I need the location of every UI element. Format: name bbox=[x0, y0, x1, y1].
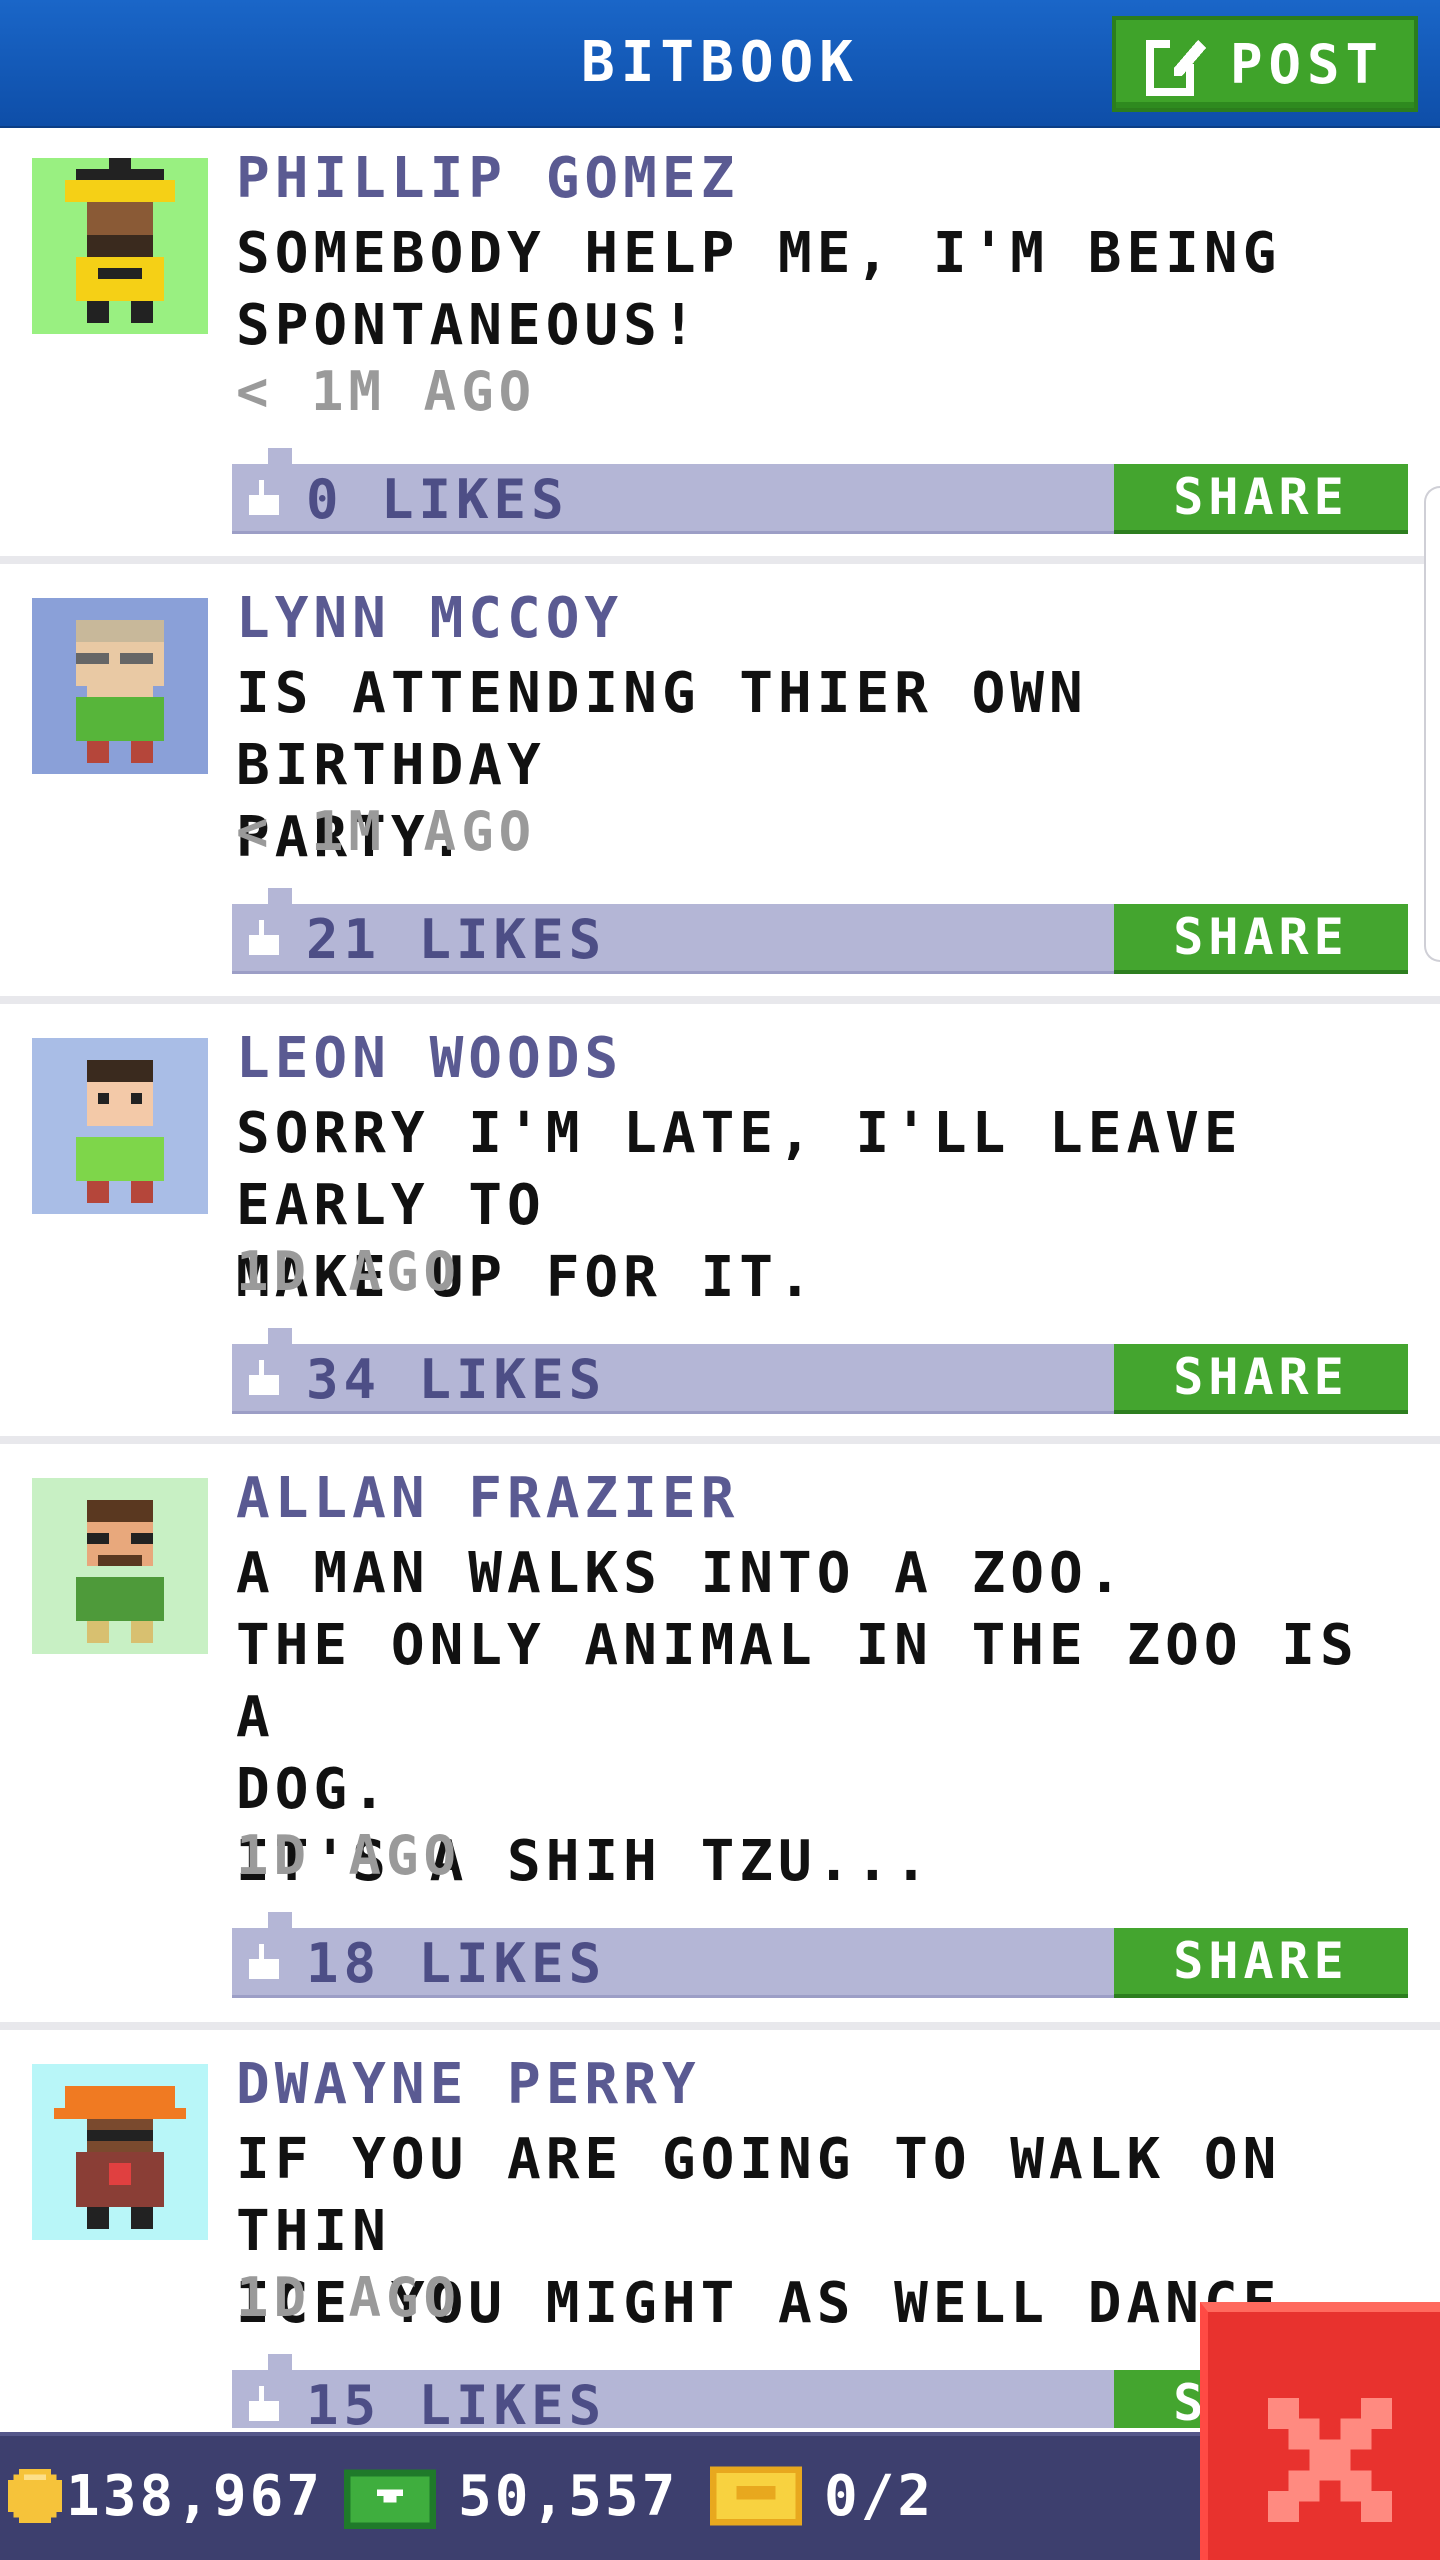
like-bar-tab bbox=[268, 888, 292, 904]
like-count: 0 LIKES bbox=[306, 468, 569, 531]
post-button-label: POST bbox=[1229, 32, 1385, 96]
close-button[interactable] bbox=[1200, 2302, 1440, 2560]
like-bar-tab bbox=[268, 1912, 292, 1928]
post-time: < 1M AGO bbox=[236, 360, 537, 423]
share-button[interactable]: SHARE bbox=[1114, 1344, 1408, 1414]
bux-counter: 50,557 bbox=[344, 2460, 678, 2532]
post-author[interactable]: ALLAN FRAZIER bbox=[236, 1466, 739, 1531]
like-bar-tab bbox=[268, 2354, 292, 2370]
bux-value: 50,557 bbox=[458, 2463, 679, 2529]
like-bar-tab bbox=[268, 448, 292, 464]
feed-post: ALLAN FRAZIER A MAN WALKS INTO A ZOO. TH… bbox=[0, 1448, 1440, 2022]
scrollbar-thumb[interactable] bbox=[1424, 486, 1440, 962]
post-time: 1D AGO bbox=[236, 1240, 462, 1303]
post-author[interactable]: PHILLIP GOMEZ bbox=[236, 146, 739, 211]
like-bar: 18 LIKES SHARE bbox=[232, 1912, 1408, 1998]
like-bar: 0 LIKES SHARE bbox=[232, 448, 1408, 534]
like-count: 34 LIKES bbox=[306, 1348, 607, 1411]
avatar[interactable] bbox=[32, 598, 208, 774]
avatar[interactable] bbox=[32, 1038, 208, 1214]
post-time: 1D AGO bbox=[236, 1824, 462, 1887]
like-count: 18 LIKES bbox=[306, 1932, 607, 1995]
like-bar-tab bbox=[268, 1328, 292, 1344]
avatar[interactable] bbox=[32, 158, 208, 334]
feed-post: PHILLIP GOMEZ SOMEBODY HELP ME, I'M BEIN… bbox=[0, 128, 1440, 556]
thumbs-up-icon[interactable] bbox=[244, 920, 284, 960]
coins-value: 138,967 bbox=[66, 2463, 324, 2529]
cash-icon bbox=[344, 2469, 436, 2529]
like-count: 15 LIKES bbox=[306, 2374, 607, 2428]
thumbs-up-icon[interactable] bbox=[244, 480, 284, 520]
ticket-icon bbox=[710, 2466, 802, 2526]
feed-post: LEON WOODS SORRY I'M LATE, I'LL LEAVE EA… bbox=[0, 1008, 1440, 1436]
tickets-value: 0/2 bbox=[824, 2463, 935, 2529]
divider bbox=[0, 2022, 1440, 2030]
share-button[interactable]: SHARE bbox=[1114, 464, 1408, 534]
post-author[interactable]: LYNN MCCOY bbox=[236, 586, 623, 651]
coins-counter: 138,967 bbox=[8, 2460, 323, 2532]
share-button[interactable]: SHARE bbox=[1114, 904, 1408, 974]
compose-icon bbox=[1145, 36, 1206, 96]
post-time: 1D AGO bbox=[236, 2266, 462, 2329]
like-bar: 34 LIKES SHARE bbox=[232, 1328, 1408, 1414]
post-time: < 1M AGO bbox=[236, 800, 537, 863]
divider bbox=[0, 996, 1440, 1004]
avatar[interactable] bbox=[32, 1478, 208, 1654]
feed-post: LYNN MCCOY IS ATTENDING THIER OWN BIRTHD… bbox=[0, 568, 1440, 996]
divider bbox=[0, 556, 1440, 564]
feed[interactable]: PHILLIP GOMEZ SOMEBODY HELP ME, I'M BEIN… bbox=[0, 128, 1440, 2428]
post-author[interactable]: LEON WOODS bbox=[236, 1026, 623, 1091]
avatar[interactable] bbox=[32, 2064, 208, 2240]
like-bar: 21 LIKES SHARE bbox=[232, 888, 1408, 974]
thumbs-up-icon[interactable] bbox=[244, 1360, 284, 1400]
tickets-counter: 0/2 bbox=[710, 2460, 934, 2532]
thumbs-up-icon[interactable] bbox=[244, 2386, 284, 2426]
like-count: 21 LIKES bbox=[306, 908, 607, 971]
app-header: BITBOOK POST bbox=[0, 0, 1440, 128]
share-button[interactable]: SHARE bbox=[1114, 1928, 1408, 1998]
post-button[interactable]: POST bbox=[1112, 16, 1418, 112]
post-text: SOMEBODY HELP ME, I'M BEING SPONTANEOUS! bbox=[236, 221, 1282, 358]
thumbs-up-icon[interactable] bbox=[244, 1944, 284, 1984]
close-icon bbox=[1268, 2398, 1392, 2522]
post-author[interactable]: DWAYNE PERRY bbox=[236, 2052, 701, 2117]
divider bbox=[0, 1436, 1440, 1444]
coin-icon bbox=[8, 2469, 62, 2523]
